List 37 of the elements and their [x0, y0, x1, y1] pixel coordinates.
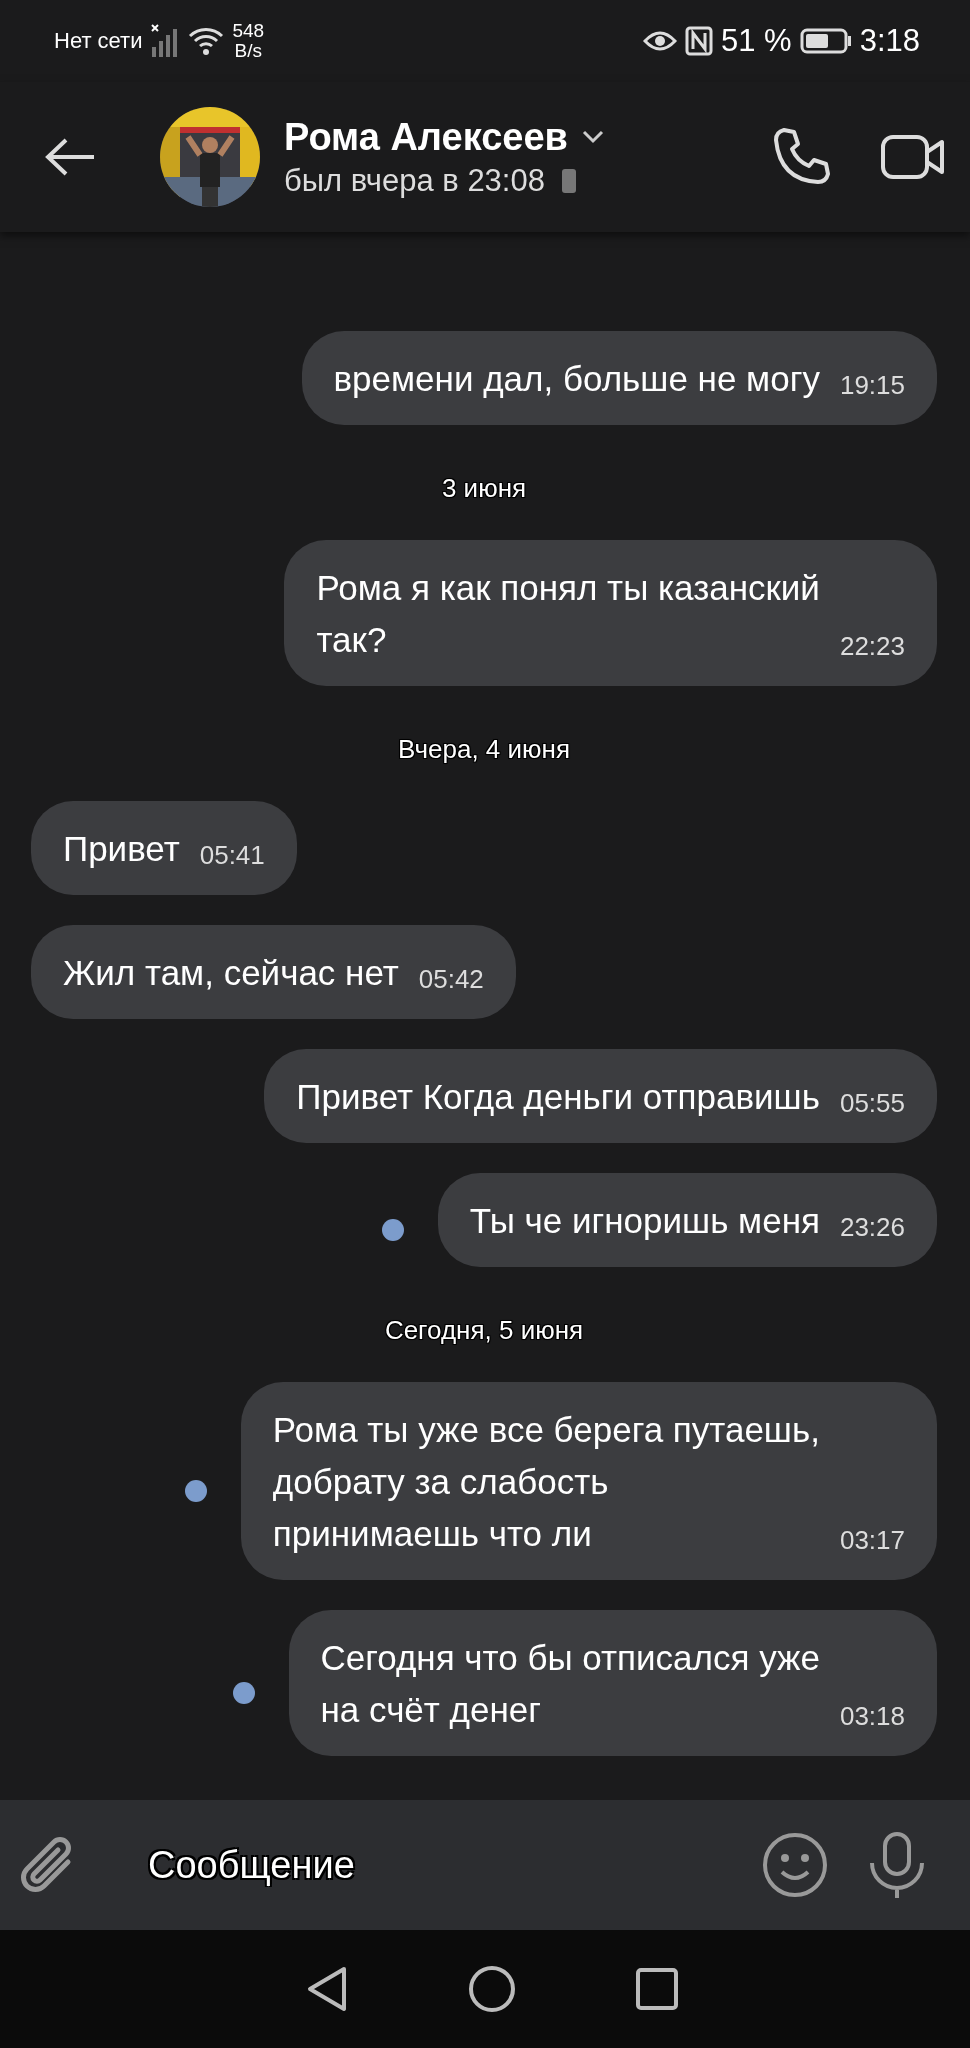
message-text: Жил там, сейчас нет: [63, 952, 399, 994]
message-text: Рома я как понял ты казанский так?: [316, 567, 820, 661]
message-time: 22:23: [838, 630, 905, 663]
message-time: 23:26: [838, 1211, 905, 1244]
message-time: 03:18: [838, 1700, 905, 1733]
message-text: Сегодня что бы отписался уже на счёт денег: [320, 1637, 820, 1731]
video-call-button[interactable]: [880, 134, 946, 180]
message-text: Ты че игноришь меня: [469, 1200, 820, 1242]
message-time: 03:17: [838, 1524, 905, 1557]
message-time: 05:42: [417, 963, 484, 996]
contact-name[interactable]: Рома Алексеев: [284, 115, 568, 159]
chevron-down-icon[interactable]: [581, 130, 604, 144]
mobile-phone-icon: [560, 167, 577, 194]
network-speed: 548: [232, 21, 265, 41]
battery-percent: 51 %: [721, 23, 792, 59]
eye-icon: [643, 29, 677, 53]
recents-nav-button[interactable]: [636, 1968, 678, 2010]
carrier-text: Нет сети: [54, 28, 143, 54]
attach-button[interactable]: [0, 1800, 98, 1930]
message-text: времени дал, больше не могу: [333, 358, 820, 400]
wifi-icon: [188, 26, 225, 56]
message-time: 19:15: [838, 369, 905, 402]
date-divider: 3 июня: [441, 473, 527, 504]
clock-time: 3:18: [859, 23, 920, 59]
date-divider: Сегодня, 5 июня: [384, 1315, 584, 1346]
date-divider: Вчера, 4 июня: [398, 734, 570, 765]
message-text: Привет Когда деньги отправишь: [296, 1076, 820, 1118]
last-seen-text: был вчера в 23:08: [284, 162, 545, 199]
message-time: 05:55: [838, 1087, 905, 1120]
home-nav-button[interactable]: [468, 1965, 516, 2013]
message-text: Привет: [63, 828, 180, 870]
speed-unit: B/s: [234, 41, 263, 61]
back-nav-button[interactable]: [306, 1965, 348, 2013]
message-text: Рома ты уже все берега путаешь, добрату за слабость принимаешь что ли: [272, 1409, 820, 1555]
battery-icon: [799, 28, 852, 54]
nfc-icon: [685, 26, 713, 56]
message-time: 05:41: [198, 839, 265, 872]
